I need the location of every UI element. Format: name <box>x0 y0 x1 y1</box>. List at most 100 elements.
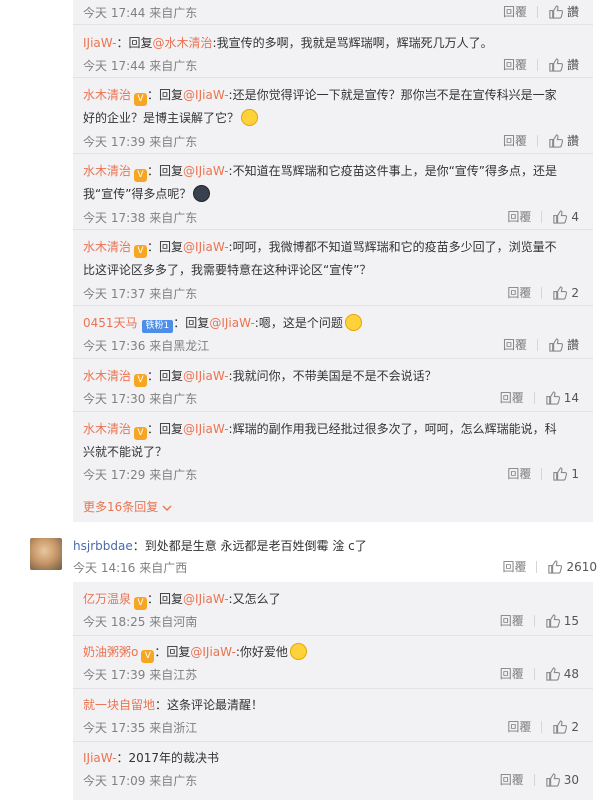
reply-button[interactable]: 回覆 <box>503 56 527 73</box>
reply-content: :嗯，这是个问题 <box>254 316 343 330</box>
divider <box>541 467 543 480</box>
reply-text-line: IJiaW-：2017年的裁决书 <box>83 747 568 770</box>
mention-link[interactable]: @IJiaW- <box>183 164 228 178</box>
like-button[interactable]: 2 <box>552 719 579 734</box>
reply-button[interactable]: 回覆 <box>507 465 531 482</box>
reply-prefix: 回复 <box>159 164 184 178</box>
reply-author[interactable]: 亿万温泉 <box>83 592 131 606</box>
vip-badge-icon: V <box>134 427 148 440</box>
reply-item: 水木清治 V ：回复@IJiaW-:辉瑞的副作用我已经批过很多次了，呵呵，怎么辉瑞能… <box>73 411 593 489</box>
reply-author[interactable]: 奶油粥粥o <box>83 645 138 659</box>
thumbs-up-icon <box>546 391 560 405</box>
like-count: 2 <box>571 719 579 734</box>
like-button[interactable]: 讚 <box>548 132 579 149</box>
reply-button[interactable]: 回覆 <box>500 389 524 406</box>
reply-button[interactable]: 回覆 <box>507 718 531 735</box>
comment-actions: 回覆 2610 <box>502 558 597 575</box>
reply-meta: 今天 18:25 来自河南 <box>83 615 198 629</box>
reply-text-line: 水木清治 V ：回复@IJiaW-:辉瑞的副作用我已经批过很多次了，呵呵，怎么辉瑞能… <box>83 422 557 459</box>
reply-author[interactable]: 水木清治 <box>83 88 131 102</box>
reply-prefix: 回复 <box>128 36 153 50</box>
more-replies-label: 更多16条回复 <box>83 500 159 514</box>
mention-link[interactable]: @IJiaW- <box>190 645 235 659</box>
reply-author[interactable]: 水木清治 <box>83 164 131 178</box>
like-button[interactable]: 14 <box>545 390 579 405</box>
reply-author[interactable]: 水木清治 <box>83 369 131 383</box>
mention-link[interactable]: @IJiaW- <box>209 316 254 330</box>
divider <box>536 134 538 147</box>
more-replies-link[interactable]: 更多16条回复 <box>83 498 172 515</box>
reply-button[interactable]: 回覆 <box>500 665 524 682</box>
reply-content: ：这条评论最清醒！ <box>155 698 264 712</box>
like-button[interactable]: 2 <box>552 285 579 300</box>
comment-author[interactable]: hsjrbbdae <box>73 539 133 553</box>
mention-name: IJiaW- <box>195 164 229 178</box>
reply-button[interactable]: 回覆 <box>503 132 527 149</box>
vip-badge-icon: V <box>134 169 148 182</box>
mention-link[interactable]: @IJiaW- <box>183 240 228 254</box>
thumbs-up-icon <box>553 210 568 224</box>
reply-prefix: 回复 <box>185 316 210 330</box>
divider <box>541 286 543 299</box>
mention-link[interactable]: @水木清治 <box>153 36 213 50</box>
like-count: 1 <box>571 466 579 481</box>
reply-content: :你好爱他 <box>235 645 288 659</box>
divider <box>533 773 535 786</box>
like-button[interactable]: 讚 <box>548 3 579 20</box>
reply-author[interactable]: 水木清治 <box>83 422 131 436</box>
like-count: 讚 <box>566 58 579 72</box>
like-button[interactable]: 30 <box>545 772 579 787</box>
like-button[interactable]: 讚 <box>548 56 579 73</box>
reply-text-line: 亿万温泉 V ：回复@IJiaW-:又怎么了 <box>83 592 281 610</box>
grin-face-emoji-icon <box>289 643 307 660</box>
reply-actions: 回覆 讚 <box>503 336 579 353</box>
mention-link[interactable]: @IJiaW- <box>183 88 228 102</box>
mention-name: IJiaW- <box>195 369 229 383</box>
reply-meta: 今天 17:36 来自黑龙江 <box>83 339 210 353</box>
thumbs-up-icon <box>553 467 568 481</box>
reply-button[interactable]: 回覆 <box>502 558 526 575</box>
reply-button[interactable]: 回覆 <box>507 208 531 225</box>
like-count: 30 <box>563 772 579 787</box>
dark-face-emoji-icon <box>193 185 211 202</box>
avatar[interactable] <box>30 538 62 570</box>
divider <box>536 560 538 573</box>
mention-name: 水木清治 <box>164 36 213 50</box>
reply-button[interactable]: 回覆 <box>507 284 531 301</box>
reply-thread-2: 亿万温泉 V ：回复@IJiaW-:又怎么了 今天 18:25 来自河南 回覆 15… <box>73 582 593 800</box>
like-count: 讚 <box>566 338 579 352</box>
reply-prefix: 回复 <box>159 592 184 606</box>
like-count: 2610 <box>566 559 597 574</box>
reply-content: :我宣传的多啊，我就是骂辉瑞啊，辉瑞死几万人了。 <box>212 36 493 50</box>
reply-button[interactable]: 回覆 <box>500 771 524 788</box>
like-button[interactable]: 1 <box>552 466 579 481</box>
reply-actions: 回覆 2 <box>507 718 579 735</box>
like-button[interactable]: 15 <box>545 613 579 628</box>
reply-author[interactable]: IJiaW- <box>83 751 116 765</box>
reply-prefix: 回复 <box>159 422 184 436</box>
vip-badge-icon: V <box>134 245 148 258</box>
reply-button[interactable]: 回覆 <box>500 612 524 629</box>
mention-link[interactable]: @IJiaW- <box>183 592 228 606</box>
comment-content: ：到处都是生意 永远都是老百姓倒霉 淦 c了 <box>132 539 367 553</box>
like-button[interactable]: 4 <box>552 209 579 224</box>
reply-author[interactable]: 水木清治 <box>83 240 131 254</box>
reply-author[interactable]: 就一块自留地 <box>83 698 155 712</box>
like-button[interactable]: 讚 <box>548 336 579 353</box>
like-button[interactable]: 48 <box>545 666 579 681</box>
mention-link[interactable]: @IJiaW- <box>183 369 228 383</box>
comment-meta: 今天 14:16 来自广西 <box>73 561 188 575</box>
reply-meta: 今天 17:39 来自江苏 <box>83 668 198 682</box>
mention-link[interactable]: @IJiaW- <box>183 422 228 436</box>
reply-author[interactable]: 0451天马 <box>83 316 138 330</box>
reply-text-line: 水木清治 V ：回复@IJiaW-:还是你觉得评论一下就是宣传？那你岂不是在宣传科兴… <box>83 88 557 126</box>
reply-item: IJiaW-：回复@水木清治:我宣传的多啊，我就是骂辉瑞啊，辉瑞死几万人了。 今… <box>73 24 593 78</box>
reply-button[interactable]: 回覆 <box>503 3 527 20</box>
divider <box>541 720 543 733</box>
reply-actions: 回覆 4 <box>507 208 579 225</box>
reply-item: 亿万温泉 V ：回复@IJiaW-:又怎么了 今天 18:25 来自河南 回覆 15 <box>73 582 593 636</box>
reply-button[interactable]: 回覆 <box>503 336 527 353</box>
reply-author[interactable]: IJiaW- <box>83 36 116 50</box>
reply-content: :还是你觉得评论一下就是宣传？那你岂不是在宣传科兴是一家好的企业？是博主误解了它… <box>83 88 557 125</box>
like-button[interactable]: 2610 <box>547 559 597 574</box>
